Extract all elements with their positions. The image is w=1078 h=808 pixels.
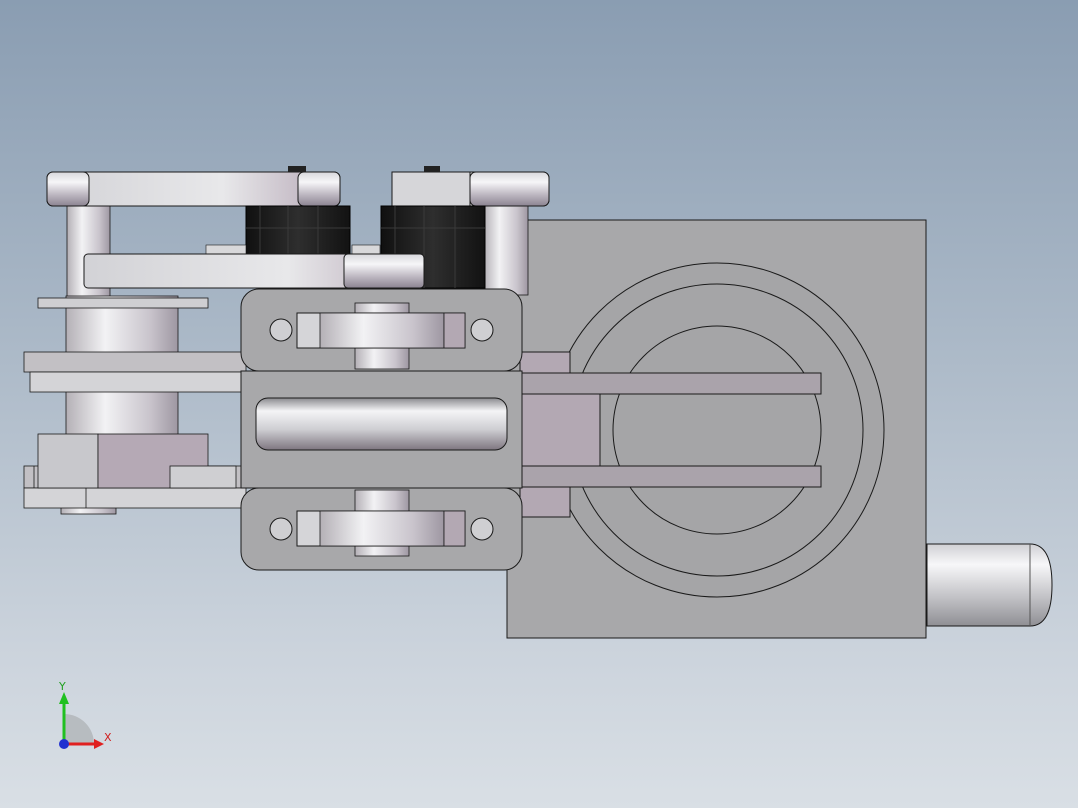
top-belt-left[interactable]: [46, 166, 341, 207]
coordinate-triad: Y X: [58, 680, 112, 749]
triad-x-label: X: [104, 731, 112, 744]
output-shaft[interactable]: [926, 543, 1053, 627]
assembly-model[interactable]: [0, 0, 1078, 808]
cad-viewport[interactable]: Y X: [0, 0, 1078, 808]
triad-y-label: Y: [58, 680, 66, 693]
lower-bracket[interactable]: [240, 487, 523, 571]
center-block[interactable]: [240, 370, 523, 489]
upper-bracket[interactable]: [240, 288, 523, 372]
top-belt-right[interactable]: [391, 166, 550, 207]
